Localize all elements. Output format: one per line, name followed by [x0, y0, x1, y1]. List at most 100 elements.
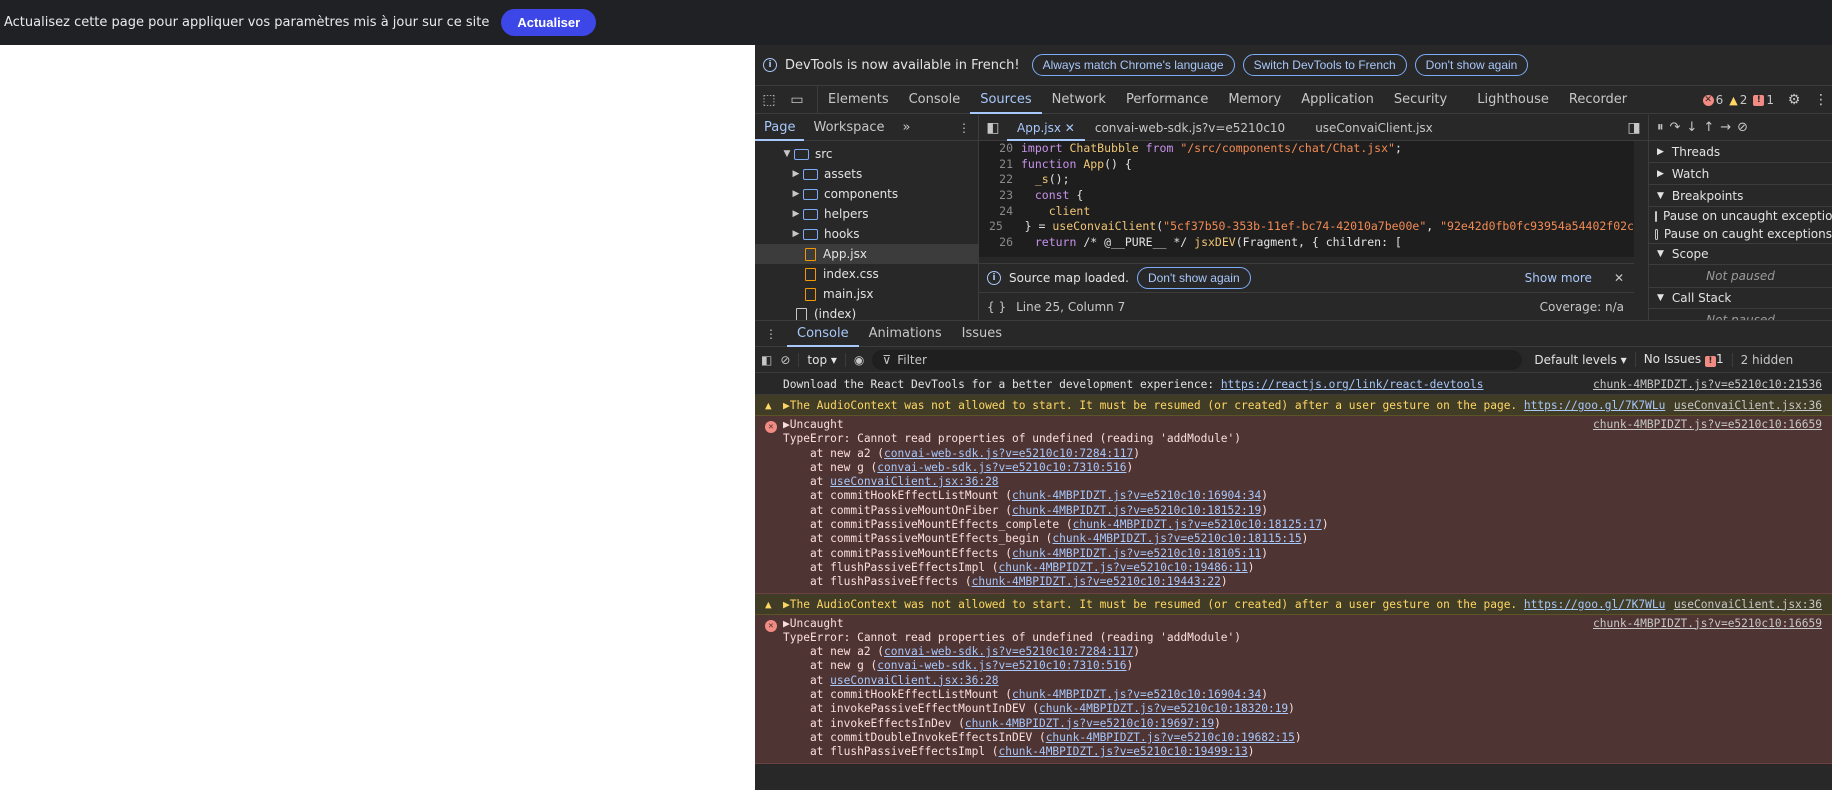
log-levels-dropdown[interactable]: Default levels ▾ — [1534, 353, 1626, 367]
code-line[interactable]: 23 const { — [979, 188, 1634, 204]
nav-tab-workspace[interactable]: Workspace — [804, 115, 893, 141]
line-number[interactable]: 24 — [979, 204, 1021, 220]
tab-recorder[interactable]: Recorder — [1559, 86, 1637, 114]
editor-tab-app[interactable]: App.jsx ✕ — [1007, 115, 1085, 141]
source-link[interactable]: convai-web-sdk.js?v=e5210c10:7310:516 — [877, 461, 1126, 474]
nav-menu-icon[interactable]: ⋮ — [958, 121, 978, 135]
tree-item-hooks[interactable]: ▶ hooks — [755, 224, 978, 244]
source-link[interactable]: chunk-4MBPIDZT.js?v=e5210c10:19499:13 — [999, 745, 1248, 758]
line-number[interactable]: 26 — [979, 235, 1021, 251]
editor-tab-sdk[interactable]: convai-web-sdk.js?v=e5210c10 — [1085, 115, 1295, 141]
source-link[interactable]: useConvaiClient.jsx:36:28 — [830, 674, 998, 687]
reload-button[interactable]: Actualiser — [501, 9, 597, 36]
srcmap-dont-show-button[interactable]: Don't show again — [1136, 266, 1251, 289]
tab-performance[interactable]: Performance — [1116, 86, 1218, 114]
source-link[interactable]: chunk-4MBPIDZT.js?v=e5210c10:18105:11 — [1012, 547, 1261, 560]
source-link[interactable]: chunk-4MBPIDZT.js?v=e5210c10:19443:22 — [972, 575, 1221, 588]
pause-uncaught-checkbox[interactable]: Pause on uncaught exceptions — [1649, 207, 1832, 225]
source-link[interactable]: chunk-4MBPIDZT.js?v=e5210c10:16904:34 — [1012, 688, 1261, 701]
message-source-link[interactable]: chunk-4MBPIDZT.js?v=e5210c10:21536 — [1593, 374, 1822, 395]
code-line[interactable]: 25 } = useConvaiClient("5cf37b50-353b-11… — [979, 219, 1634, 235]
step-over-icon[interactable]: ↷ — [1670, 120, 1681, 135]
switch-french-button[interactable]: Switch DevTools to French — [1242, 54, 1407, 76]
message-source-link[interactable]: chunk-4MBPIDZT.js?v=e5210c10:16659 — [1593, 617, 1822, 630]
source-link[interactable]: chunk-4MBPIDZT.js?v=e5210c10:19682:15 — [1046, 731, 1295, 744]
expand-caret-icon[interactable]: ▶ — [791, 229, 801, 239]
source-link[interactable]: convai-web-sdk.js?v=e5210c10:7310:516 — [877, 659, 1126, 672]
code-line[interactable]: 22 _s(); — [979, 172, 1634, 188]
filter-input[interactable]: ⊽ Filter — [872, 349, 1523, 370]
close-tab-icon[interactable]: ✕ — [1065, 121, 1075, 135]
sidebar-toggle-icon[interactable]: ◧ — [761, 353, 772, 367]
tab-sources[interactable]: Sources — [970, 86, 1042, 114]
nav-more-icon[interactable]: » — [894, 115, 920, 141]
line-number[interactable]: 21 — [979, 157, 1021, 173]
tree-item-helpers[interactable]: ▶ helpers — [755, 204, 978, 224]
toggle-navigator-icon[interactable]: ◧ — [979, 114, 1007, 142]
expand-caret-icon[interactable]: ▶ — [791, 189, 801, 199]
inspect-element-icon[interactable]: ⬚ — [755, 86, 783, 114]
source-link[interactable]: chunk-4MBPIDZT.js?v=e5210c10:18152:19 — [1012, 504, 1261, 517]
nav-tab-page[interactable]: Page — [755, 115, 805, 141]
tab-console[interactable]: Console — [899, 86, 971, 114]
tree-item-index-css[interactable]: index.css — [755, 264, 978, 284]
section-threads[interactable]: ▶ Threads — [1649, 141, 1832, 163]
section-call-stack[interactable]: ▼ Call Stack — [1649, 287, 1832, 309]
source-link[interactable]: useConvaiClient.jsx:36:28 — [830, 475, 998, 488]
step-out-icon[interactable]: ↑ — [1703, 120, 1714, 135]
message-source-link[interactable]: useConvaiClient.jsx:36 — [1674, 594, 1822, 615]
tab-network[interactable]: Network — [1042, 86, 1116, 114]
live-expression-eye-icon[interactable]: ◉ — [844, 352, 864, 367]
error-count[interactable]: ✕ 6 — [1702, 93, 1723, 107]
drawer-tab-issues[interactable]: Issues — [952, 321, 1012, 347]
tab-lighthouse[interactable]: Lighthouse — [1467, 86, 1559, 114]
dont-show-again-button[interactable]: Don't show again — [1414, 54, 1529, 76]
section-breakpoints[interactable]: ▼ Breakpoints — [1649, 185, 1832, 207]
tree-item-main-jsx[interactable]: main.jsx — [755, 284, 978, 304]
step-icon[interactable]: → — [1720, 120, 1731, 135]
code-line[interactable]: 21 function App() { — [979, 157, 1634, 173]
drawer-tab-console[interactable]: Console — [787, 321, 859, 347]
step-into-icon[interactable]: ↓ — [1686, 120, 1697, 135]
line-number[interactable]: 20 — [979, 141, 1021, 157]
source-link[interactable]: chunk-4MBPIDZT.js?v=e5210c10:16904:34 — [1012, 489, 1261, 502]
line-number[interactable]: 25 — [979, 219, 1011, 235]
tab-elements[interactable]: Elements — [818, 86, 899, 114]
code-line[interactable]: 24 client — [979, 204, 1634, 220]
show-more-link[interactable]: Show more — [1525, 271, 1592, 285]
expand-caret-icon[interactable]: ▶ — [791, 169, 801, 179]
pretty-print-icon[interactable]: { } — [987, 300, 1006, 314]
expand-caret-icon[interactable]: ▼ — [782, 149, 792, 159]
close-icon[interactable]: ✕ — [1600, 271, 1634, 285]
clear-console-icon[interactable]: ⊘ — [780, 353, 790, 367]
code-line[interactable]: 20 import ChatBubble from "/src/component… — [979, 141, 1634, 157]
deactivate-breakpoints-icon[interactable]: ⊘ — [1737, 120, 1748, 135]
source-link[interactable]: https://reactjs.org/link/react-devtools — [1221, 378, 1484, 391]
issue-counters[interactable]: ✕ 6 ▲ 2 ! 1 ⚙ ⋮ — [1702, 86, 1832, 114]
code-area[interactable]: 20 import ChatBubble from "/src/component… — [979, 141, 1634, 257]
context-selector[interactable]: top ▾ — [798, 352, 837, 367]
toggle-debugger-icon[interactable]: ◨ — [1620, 114, 1648, 142]
tab-application[interactable]: Application — [1291, 86, 1384, 114]
source-link[interactable]: https://goo.gl/7K7WLu — [1524, 399, 1665, 412]
tab-memory[interactable]: Memory — [1218, 86, 1291, 114]
message-source-link[interactable]: chunk-4MBPIDZT.js?v=e5210c10:16659 — [1593, 418, 1822, 431]
source-link[interactable]: chunk-4MBPIDZT.js?v=e5210c10:18320:19 — [1039, 702, 1288, 715]
issues-link[interactable]: No Issues ! 1 — [1634, 352, 1724, 367]
source-link[interactable]: convai-web-sdk.js?v=e5210c10:7284:117 — [884, 447, 1133, 460]
code-line[interactable]: 26 return /* @__PURE__ */ jsxDEV(Fragmen… — [979, 235, 1634, 251]
source-link[interactable]: https://goo.gl/7K7WLu — [1524, 598, 1665, 611]
section-watch[interactable]: ▶ Watch — [1649, 163, 1832, 185]
source-link[interactable]: chunk-4MBPIDZT.js?v=e5210c10:18125:17 — [1073, 518, 1322, 531]
tree-item-app-jsx[interactable]: App.jsx — [755, 244, 978, 264]
source-link[interactable]: chunk-4MBPIDZT.js?v=e5210c10:19486:11 — [999, 561, 1248, 574]
more-menu-icon[interactable]: ⋮ — [1814, 86, 1828, 114]
pause-icon[interactable]: ⏸ — [1657, 120, 1664, 135]
tree-item-assets[interactable]: ▶ assets — [755, 164, 978, 184]
message-source-link[interactable]: useConvaiClient.jsx:36 — [1674, 395, 1822, 416]
warning-count[interactable]: ▲ 2 — [1729, 93, 1747, 107]
source-link[interactable]: chunk-4MBPIDZT.js?v=e5210c10:19697:19 — [965, 717, 1214, 730]
section-scope[interactable]: ▼ Scope — [1649, 243, 1832, 265]
issue-count[interactable]: ! 1 — [1753, 93, 1774, 107]
tree-item-components[interactable]: ▶ components — [755, 184, 978, 204]
